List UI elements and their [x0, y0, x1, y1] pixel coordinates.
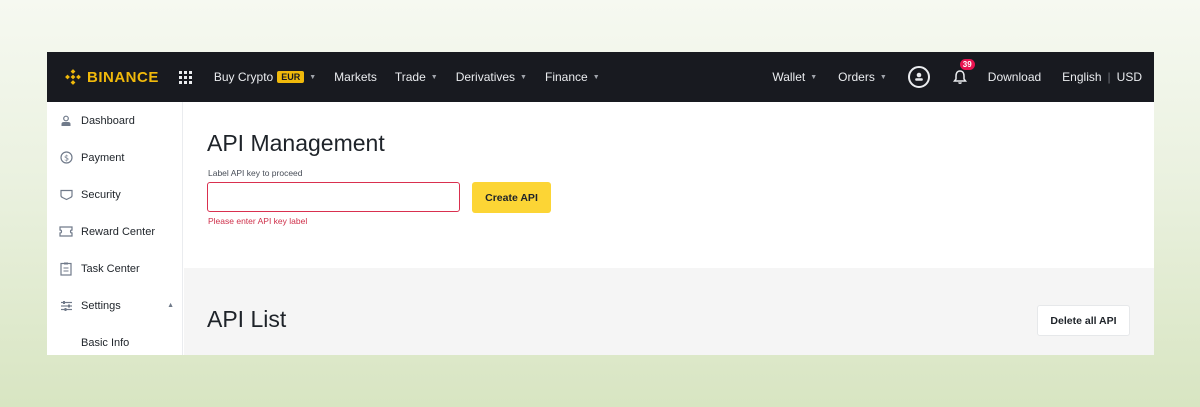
nav-download-label: Download	[987, 70, 1042, 84]
sidebar-item-security[interactable]: Security	[47, 176, 182, 213]
api-key-label-input[interactable]	[207, 182, 460, 212]
binance-logo-icon	[65, 69, 81, 85]
shield-icon	[59, 188, 73, 202]
notifications-bell-icon[interactable]: 39	[952, 59, 975, 85]
nav-derivatives-label: Derivatives	[455, 70, 516, 84]
chevron-down-icon: ▼	[879, 73, 887, 81]
sidebar-item-label: Dashboard	[81, 114, 135, 127]
language-label: English	[1062, 70, 1102, 84]
main-content: API Management Label API key to proceed …	[184, 102, 1154, 355]
sidebar-item-label: Payment	[81, 151, 125, 164]
top-navigation: BINANCE Buy Crypto EUR ▼ Markets Trade ▼…	[47, 52, 1154, 102]
bell-icon	[952, 70, 967, 84]
api-label-field-label: Label API key to proceed	[208, 168, 303, 178]
binance-logo[interactable]: BINANCE	[65, 69, 159, 86]
chevron-up-icon: ▲	[167, 302, 174, 309]
validation-error: Please enter API key label	[208, 216, 308, 226]
chevron-down-icon: ▼	[309, 73, 317, 81]
user-icon	[59, 114, 73, 128]
language-currency-selector[interactable]: English | USD	[1062, 70, 1142, 84]
person-icon	[914, 72, 923, 81]
currency-badge: EUR	[277, 71, 305, 83]
nav-trade[interactable]: Trade ▼	[395, 70, 438, 84]
sidebar: Dashboard $ Payment Security Reward Cent…	[47, 102, 183, 355]
svg-text:$: $	[63, 153, 68, 162]
nav-download[interactable]: Download	[988, 70, 1041, 84]
api-list-title: API List	[207, 306, 287, 332]
nav-orders[interactable]: Orders ▼	[838, 70, 887, 84]
nav-markets-label: Markets	[334, 70, 377, 84]
nav-trade-label: Trade	[394, 70, 426, 84]
currency-label: USD	[1116, 70, 1142, 84]
sidebar-item-label: Settings	[81, 299, 121, 312]
dollar-icon: $	[59, 151, 73, 165]
apps-grid-icon[interactable]	[178, 70, 192, 84]
nav-right: Wallet ▼ Orders ▼ 39 Download English | …	[772, 59, 1142, 88]
app-window: BINANCE Buy Crypto EUR ▼ Markets Trade ▼…	[47, 52, 1154, 355]
sidebar-item-task-center[interactable]: Task Center	[47, 250, 182, 287]
brand-name: BINANCE	[87, 68, 159, 86]
sidebar-item-label: Reward Center	[81, 225, 155, 238]
nav-markets[interactable]: Markets	[334, 70, 377, 84]
nav-buy-crypto-label: Buy Crypto	[213, 70, 274, 84]
sliders-icon	[59, 299, 73, 313]
nav-buy-crypto[interactable]: Buy Crypto EUR ▼	[214, 70, 316, 84]
nav-menu: Buy Crypto EUR ▼ Markets Trade ▼ Derivat…	[214, 70, 618, 84]
page-title: API Management	[207, 130, 385, 156]
sidebar-item-dashboard[interactable]: Dashboard	[47, 102, 182, 139]
notification-count-badge: 39	[959, 59, 975, 70]
chevron-down-icon: ▼	[430, 73, 438, 81]
sidebar-item-label: Security	[81, 188, 121, 201]
nav-finance[interactable]: Finance ▼	[545, 70, 600, 84]
nav-orders-label: Orders	[838, 70, 875, 84]
sidebar-item-settings[interactable]: Settings ▲	[47, 287, 182, 324]
sidebar-item-label: Task Center	[81, 262, 140, 275]
delete-all-api-button[interactable]: Delete all API	[1037, 305, 1130, 336]
nav-derivatives[interactable]: Derivatives ▼	[456, 70, 527, 84]
divider: |	[1107, 70, 1111, 84]
user-profile-icon[interactable]	[907, 66, 930, 88]
api-management-section: API Management Label API key to proceed …	[184, 102, 1154, 268]
clipboard-icon	[59, 262, 73, 276]
chevron-down-icon: ▼	[520, 73, 527, 81]
chevron-down-icon: ▼	[810, 73, 818, 81]
sidebar-item-payment[interactable]: $ Payment	[47, 139, 182, 176]
sidebar-item-basic-info[interactable]: Basic Info	[47, 324, 182, 355]
sidebar-item-reward-center[interactable]: Reward Center	[47, 213, 182, 250]
chevron-down-icon: ▼	[592, 73, 600, 81]
sidebar-item-label: Basic Info	[81, 336, 130, 349]
nav-wallet[interactable]: Wallet ▼	[772, 70, 817, 84]
nav-finance-label: Finance	[544, 70, 588, 84]
api-list-section: API List Delete all API	[184, 268, 1154, 355]
create-api-button[interactable]: Create API	[472, 182, 551, 213]
ticket-icon	[59, 225, 73, 239]
nav-wallet-label: Wallet	[772, 70, 806, 84]
